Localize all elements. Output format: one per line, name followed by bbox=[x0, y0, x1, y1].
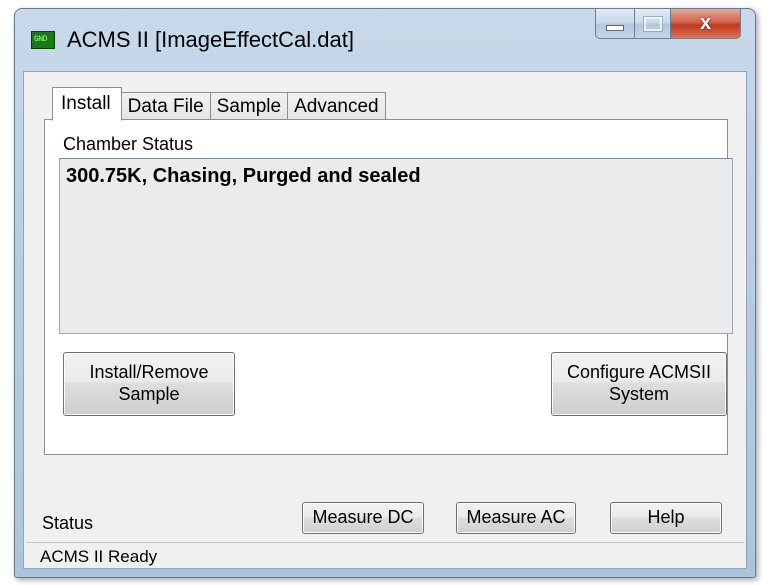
chamber-status-box: 300.75K, Chasing, Purged and sealed bbox=[59, 158, 733, 334]
tab-strip: Install Data File Sample Advanced bbox=[52, 86, 386, 121]
chamber-status-label: Chamber Status bbox=[63, 134, 194, 154]
close-button[interactable]: x bbox=[671, 9, 741, 39]
help-button[interactable]: Help bbox=[610, 502, 722, 534]
install-tab-panel: Chamber Status 300.75K, Chasing, Purged … bbox=[44, 119, 733, 455]
close-icon: x bbox=[699, 12, 712, 34]
install-remove-sample-button[interactable]: Install/Remove Sample bbox=[63, 352, 235, 416]
maximize-icon bbox=[642, 15, 663, 32]
status-bar: ACMS II Ready bbox=[26, 542, 744, 569]
status-bar-text: ACMS II Ready bbox=[40, 547, 158, 566]
measure-ac-button[interactable]: Measure AC bbox=[456, 502, 576, 534]
app-icon-label: GND bbox=[34, 35, 47, 44]
caption-buttons: x bbox=[595, 9, 741, 43]
app-icon[interactable]: GND bbox=[31, 31, 55, 49]
title-bar[interactable]: GND ACMS II [ImageEffectCal.dat] x bbox=[15, 9, 755, 71]
configure-acmsii-system-button[interactable]: Configure ACMSII System bbox=[551, 352, 727, 416]
maximize-button[interactable] bbox=[635, 9, 671, 39]
acms-window: GND ACMS II [ImageEffectCal.dat] x Insta… bbox=[14, 8, 756, 578]
configure-acmsii-system-label: Configure ACMSII System bbox=[566, 362, 712, 404]
tab-data-file[interactable]: Data File bbox=[120, 92, 211, 120]
window-title: ACMS II [ImageEffectCal.dat] bbox=[67, 27, 354, 52]
minimize-icon bbox=[606, 24, 624, 31]
tab-advanced[interactable]: Advanced bbox=[287, 92, 386, 120]
tab-sample[interactable]: Sample bbox=[209, 92, 289, 120]
measure-dc-button[interactable]: Measure DC bbox=[302, 502, 424, 534]
tab-install[interactable]: Install bbox=[52, 87, 122, 121]
status-label: Status bbox=[42, 513, 94, 533]
install-remove-sample-label: Install/Remove Sample bbox=[89, 362, 209, 404]
minimize-button[interactable] bbox=[595, 9, 635, 39]
chamber-status-value: 300.75K, Chasing, Purged and sealed bbox=[66, 165, 421, 187]
client-area: Install Data File Sample Advanced Chambe… bbox=[23, 71, 747, 569]
